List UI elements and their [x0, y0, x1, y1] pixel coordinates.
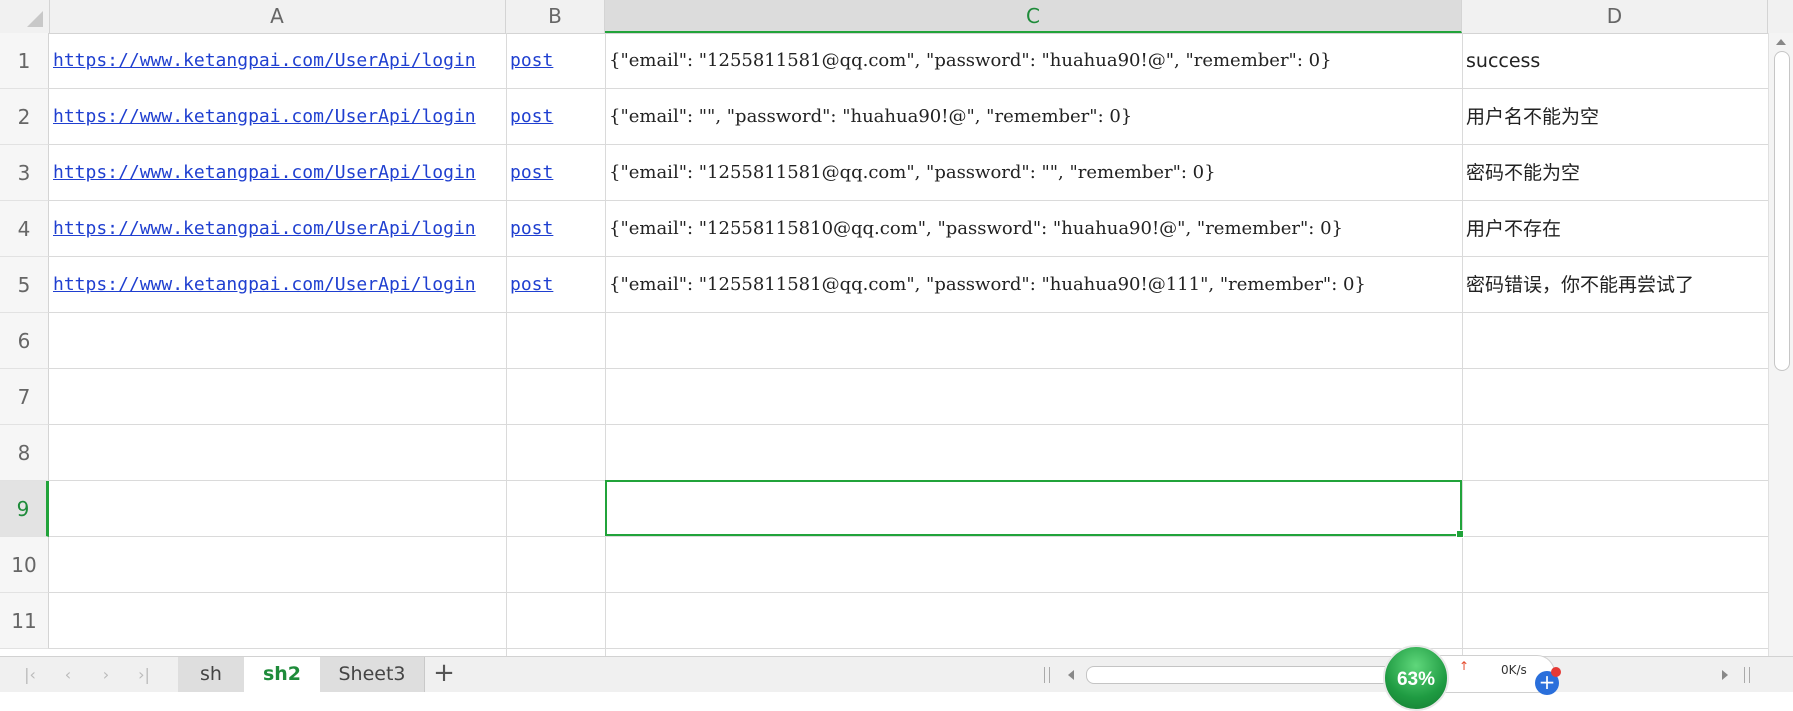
scrollbar-grip-icon[interactable]	[1744, 667, 1750, 683]
row-header-2[interactable]: 2	[0, 89, 49, 145]
cell-a1[interactable]: https://www.ketangpai.com/UserApi/login	[49, 33, 506, 89]
grid-line	[49, 536, 1768, 537]
row-header-8[interactable]: 8	[0, 425, 49, 481]
cell-d3[interactable]: 密码不能为空	[1462, 145, 1768, 201]
active-cell-c9[interactable]	[605, 480, 1464, 538]
scrollbar-grip-icon[interactable]	[1044, 667, 1050, 683]
add-sheet-button[interactable]: +	[426, 657, 462, 692]
spreadsheet-grid[interactable]: A B C D 1 2 3 4 5 6 7 8 9 10 11 https://…	[0, 0, 1793, 656]
scroll-left-icon[interactable]	[1068, 670, 1074, 680]
column-header-b[interactable]: B	[506, 0, 605, 33]
upload-speed: 0K/s	[1501, 663, 1527, 677]
row-header-5[interactable]: 5	[0, 257, 49, 313]
network-speed-widget[interactable]: 63% ↑ 0K/s +	[1383, 645, 1573, 711]
first-sheet-icon[interactable]: |‹	[20, 665, 40, 685]
grid-line	[49, 592, 1768, 593]
cell-b2[interactable]: post	[506, 89, 605, 145]
select-all-corner[interactable]	[0, 0, 50, 33]
upload-arrow-icon: ↑	[1459, 659, 1470, 673]
row-header-4[interactable]: 4	[0, 201, 49, 257]
row-header-3[interactable]: 3	[0, 145, 49, 201]
notification-dot-icon	[1551, 667, 1561, 677]
cell-b5[interactable]: post	[506, 257, 605, 313]
row-header-7[interactable]: 7	[0, 369, 49, 425]
row-header-9[interactable]: 9	[0, 481, 49, 537]
row-header-11[interactable]: 11	[0, 593, 49, 649]
row-header-10[interactable]: 10	[0, 537, 49, 593]
cell-c1[interactable]: {"email": "1255811581@qq.com", "password…	[605, 33, 1462, 89]
grid-line	[49, 368, 1768, 369]
cell-d1[interactable]: success	[1462, 33, 1768, 89]
cell-a2[interactable]: https://www.ketangpai.com/UserApi/login	[49, 89, 506, 145]
cell-d4[interactable]: 用户不存在	[1462, 201, 1768, 257]
memory-usage-ball[interactable]: 63%	[1383, 645, 1449, 711]
tab-sheet3[interactable]: Sheet3	[320, 657, 425, 692]
cell-b4[interactable]: post	[506, 201, 605, 257]
column-header-a[interactable]: A	[49, 0, 506, 33]
select-all-icon	[27, 11, 43, 27]
cell-c4[interactable]: {"email": "12558115810@qq.com", "passwor…	[605, 201, 1462, 257]
scroll-right-icon[interactable]	[1722, 670, 1728, 680]
usage-percent: 63%	[1396, 669, 1436, 690]
column-header-d[interactable]: D	[1462, 0, 1768, 33]
cell-d2[interactable]: 用户名不能为空	[1462, 89, 1768, 145]
cell-b1[interactable]: post	[506, 33, 605, 89]
cell-a3[interactable]: https://www.ketangpai.com/UserApi/login	[49, 145, 506, 201]
cell-c5[interactable]: {"email": "1255811581@qq.com", "password…	[605, 257, 1462, 313]
vertical-scroll-thumb[interactable]	[1774, 51, 1790, 371]
horizontal-scroll-thumb[interactable]	[1086, 666, 1428, 684]
cell-c2[interactable]: {"email": "", "password": "huahua90!@", …	[605, 89, 1462, 145]
grid-line	[49, 424, 1768, 425]
column-header-row: A B C D	[0, 0, 1793, 34]
tab-sh[interactable]: sh	[178, 657, 245, 692]
cell-a4[interactable]: https://www.ketangpai.com/UserApi/login	[49, 201, 506, 257]
cell-a5[interactable]: https://www.ketangpai.com/UserApi/login	[49, 257, 506, 313]
prev-sheet-icon[interactable]: ‹	[58, 665, 78, 685]
column-header-c[interactable]: C	[605, 0, 1462, 33]
fill-handle[interactable]	[1456, 530, 1464, 538]
vertical-scrollbar[interactable]	[1768, 33, 1793, 656]
row-header-6[interactable]: 6	[0, 313, 49, 369]
last-sheet-icon[interactable]: ›|	[134, 665, 154, 685]
row-header-1[interactable]: 1	[0, 33, 49, 89]
tab-sh2[interactable]: sh2	[244, 657, 321, 692]
next-sheet-icon[interactable]: ›	[96, 665, 116, 685]
cell-c3[interactable]: {"email": "1255811581@qq.com", "password…	[605, 145, 1462, 201]
cell-d5[interactable]: 密码错误，你不能再尝试了	[1462, 257, 1768, 313]
cell-b3[interactable]: post	[506, 145, 605, 201]
scroll-up-icon[interactable]	[1776, 39, 1786, 45]
